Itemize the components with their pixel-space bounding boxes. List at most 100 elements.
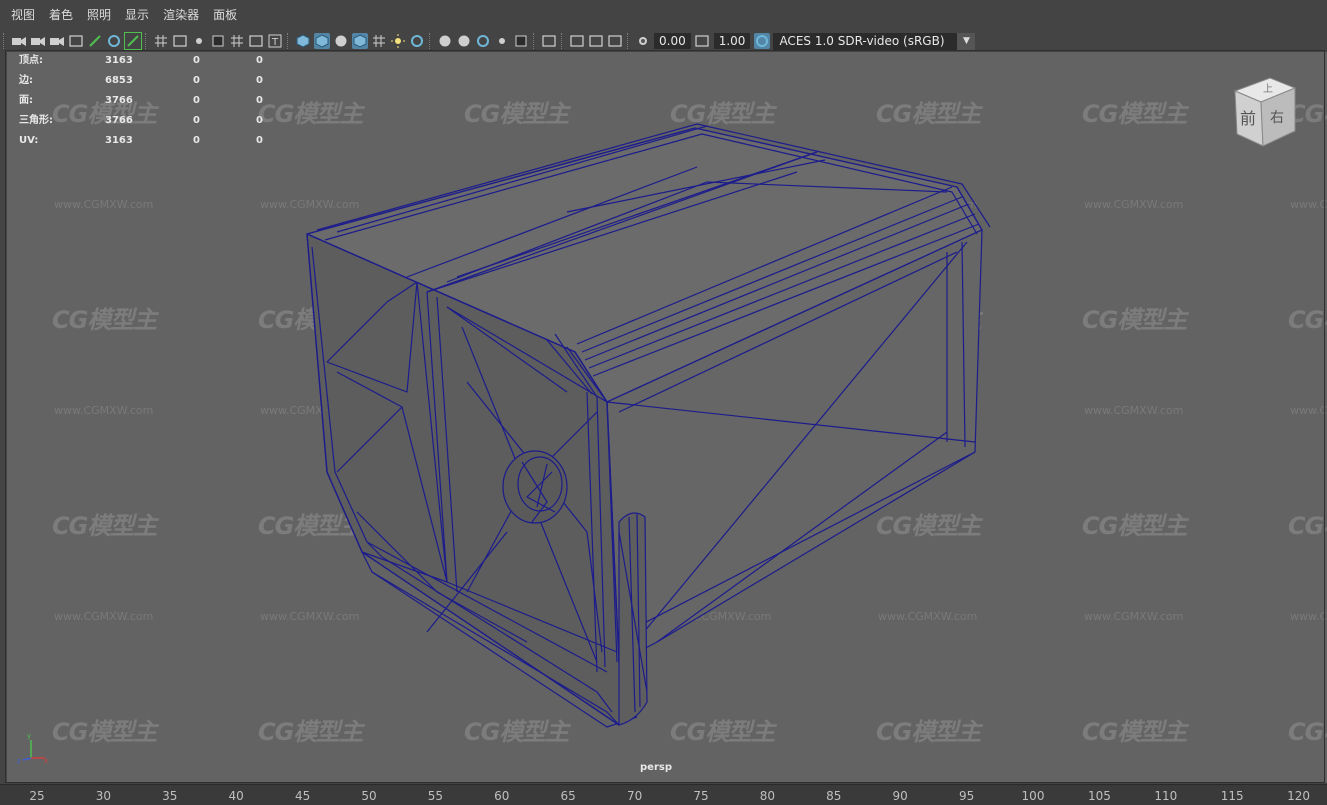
hud-row: 边: 6853 0 0 — [19, 71, 263, 91]
hud-v2: 0 — [193, 55, 200, 66]
xray-active-icon[interactable] — [588, 33, 604, 49]
ambient-occlusion-icon[interactable] — [437, 33, 453, 49]
cam-select-icon[interactable] — [11, 33, 27, 49]
menu-item-3[interactable]: 显示 — [118, 0, 156, 30]
hud-row: UV: 3163 0 0 — [19, 131, 263, 151]
time-slider-ruler[interactable]: 25 30 35 40 45 50 55 60 65 70 75 80 85 90 95 100 105 110 1… — [0, 784, 1327, 805]
svg-text:y: y — [27, 732, 31, 740]
ruler-tick-label: 40 — [228, 789, 244, 803]
svg-text:x: x — [44, 757, 48, 764]
view-cube[interactable]: 上 前 右 — [1225, 76, 1301, 152]
select-tool-icon[interactable] — [541, 33, 557, 49]
viewport-toolbar: T 0.00 1.00 ACES 1.0 SDR-video (sRGB) ▼ — [0, 30, 1327, 52]
menu-item-5[interactable]: 面板 — [206, 0, 244, 30]
hud-v1: 3163 — [105, 135, 133, 146]
ruler-tick-label: 65 — [560, 789, 576, 803]
hud-v2: 0 — [193, 75, 200, 86]
bookmark-icon[interactable] — [68, 33, 84, 49]
film-gate-icon[interactable] — [172, 33, 188, 49]
ruler-tick-label: 105 — [1087, 789, 1111, 803]
axis-gizmo-icon: y x z — [13, 732, 49, 765]
toolbar-separator — [287, 33, 290, 49]
gate-mask-icon[interactable] — [210, 33, 226, 49]
ruler-tick-label: 55 — [427, 789, 444, 803]
toolbar-separator — [561, 33, 564, 49]
heads-up-display: 顶点: 3163 0 0 边: 6853 0 0 面: 3766 0 0 三角形: 3766 0 0 UV: 31… — [19, 52, 263, 151]
ruler-tick-label: 30 — [95, 789, 112, 803]
safe-title-icon[interactable]: T — [267, 33, 283, 49]
resolution-gate-icon[interactable] — [191, 33, 207, 49]
ruler-tick-label: 110 — [1154, 789, 1178, 803]
wireframe-icon[interactable] — [295, 33, 311, 49]
use-lights-icon[interactable] — [390, 33, 406, 49]
field-chart-icon[interactable] — [229, 33, 245, 49]
viewcube-right-label[interactable]: 右 — [1270, 110, 1284, 126]
hud-v3: 0 — [256, 135, 263, 146]
menu-item-2[interactable]: 照明 — [80, 0, 118, 30]
ruler-tick-label: 90 — [892, 789, 908, 803]
hud-v1: 3163 — [105, 55, 133, 66]
toolbar-separator — [3, 33, 6, 49]
smooth-shade-icon[interactable] — [313, 33, 330, 49]
grease-pencil-icon[interactable] — [106, 33, 122, 49]
anti-aliasing-icon[interactable] — [475, 33, 491, 49]
grid-toggle-icon[interactable] — [153, 33, 169, 49]
ruler-tick-label: 70 — [626, 789, 643, 803]
cam-attributes-icon[interactable] — [30, 33, 46, 49]
image-plane-icon[interactable] — [87, 33, 103, 49]
hud-v2: 0 — [193, 135, 200, 146]
hud-row: 三角形: 3766 0 0 — [19, 111, 263, 131]
xray-icon[interactable] — [569, 33, 585, 49]
ruler-tick-label: 50 — [361, 789, 377, 803]
hud-v2: 0 — [193, 115, 200, 126]
safe-action-icon[interactable] — [248, 33, 264, 49]
exposure-field[interactable]: 0.00 — [654, 33, 691, 49]
ruler-tick-label: 45 — [294, 789, 311, 803]
color-management-icon[interactable] — [753, 33, 770, 49]
ruler-tick-label: 60 — [494, 789, 510, 803]
ruler-tick-label: 35 — [162, 789, 178, 803]
motion-blur-icon[interactable] — [456, 33, 472, 49]
hud-label: 三角形: — [19, 115, 53, 126]
ruler-tick-label: 115 — [1220, 789, 1244, 803]
hud-row: 顶点: 3163 0 0 — [19, 52, 263, 71]
menu-item-1[interactable]: 着色 — [42, 0, 80, 30]
gamma-field[interactable]: 1.00 — [713, 33, 751, 49]
wireframe-mesh[interactable] — [7, 52, 1327, 783]
default-material-icon[interactable] — [333, 33, 349, 49]
hud-v3: 0 — [256, 55, 263, 66]
ruler-tick-label: 85 — [826, 789, 842, 803]
svg-text:T: T — [271, 37, 279, 48]
color-space-dropdown[interactable]: ACES 1.0 SDR-video (sRGB) ▼ — [773, 32, 976, 50]
ruler-tick-label: 80 — [759, 789, 776, 803]
shadows-icon[interactable] — [409, 33, 425, 49]
cam-bookmark-icon[interactable] — [49, 33, 65, 49]
isolate-select-icon[interactable] — [513, 33, 529, 49]
xray-joints-icon[interactable] — [607, 33, 623, 49]
toolbar-separator — [429, 33, 432, 49]
color-space-value: ACES 1.0 SDR-video (sRGB) — [779, 33, 945, 48]
ruler-tick-label: 75 — [693, 789, 709, 803]
gamma-icon[interactable] — [694, 33, 710, 49]
ruler-tick-label: 95 — [958, 789, 975, 803]
ruler-tick-label: 120 — [1287, 789, 1311, 803]
toolbar-separator — [627, 33, 630, 49]
hud-label: 顶点: — [19, 55, 43, 66]
ruler-tick-label: 100 — [1021, 789, 1045, 803]
viewcube-front-label[interactable]: 前 — [1240, 109, 1256, 128]
viewcube-top-label[interactable]: 上 — [1263, 83, 1273, 95]
viewport-panel[interactable]: CG模型主 CG模型主 CG模型主 CG模型主 www.CGMXW.com www.CGM… — [7, 52, 1327, 783]
svg-text:z: z — [17, 757, 21, 764]
exposure-icon[interactable] — [635, 33, 651, 49]
depth-of-field-icon[interactable] — [494, 33, 510, 49]
menu-item-0[interactable]: 视图 — [0, 0, 42, 30]
two-d-pan-icon[interactable] — [123, 32, 142, 50]
hud-label: 边: — [19, 75, 33, 86]
hud-v3: 0 — [256, 75, 263, 86]
menu-item-4[interactable]: 渲染器 — [156, 0, 206, 30]
chevron-down-icon[interactable]: ▼ — [957, 32, 976, 50]
textured-icon[interactable] — [351, 33, 368, 49]
hud-v3: 0 — [256, 115, 263, 126]
ruler-tick-label: 25 — [29, 789, 45, 803]
checker-icon[interactable] — [371, 33, 387, 49]
